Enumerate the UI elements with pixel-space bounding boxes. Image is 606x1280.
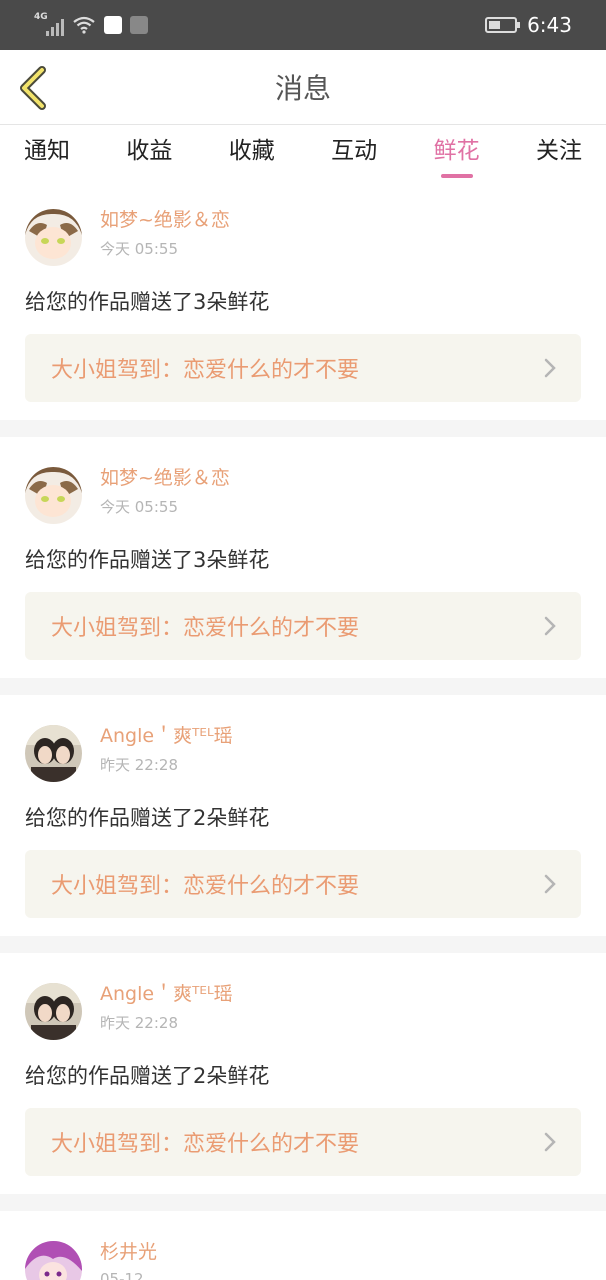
- timestamp: 05-12: [100, 1270, 144, 1280]
- work-link[interactable]: 大小姐驾到：恋爱什么的才不要: [25, 592, 581, 660]
- message-header: Angle＇爽ᵀᴱᴸ瑶 昨天 22:28: [25, 719, 581, 782]
- chevron-right-icon: [544, 1132, 556, 1152]
- chevron-right-icon: [544, 874, 556, 894]
- message-text: 给您的作品赠送了2朵鲜花: [25, 806, 270, 830]
- status-right: 6:43: [485, 13, 572, 37]
- work-link[interactable]: 大小姐驾到：恋爱什么的才不要: [25, 1108, 581, 1176]
- work-title: 大小姐驾到：恋爱什么的才不要: [51, 874, 360, 899]
- tab-earnings[interactable]: 收益: [126, 125, 172, 181]
- username[interactable]: Angle＇爽ᵀᴱᴸ瑶: [100, 979, 233, 1006]
- tab-notice[interactable]: 通知: [24, 125, 70, 181]
- message-text: 给您的作品赠送了3朵鲜花: [25, 548, 270, 572]
- timestamp: 昨天 22:28: [100, 1014, 178, 1032]
- tab-bar: 通知 收益 收藏 互动 鲜花 关注: [0, 125, 606, 181]
- username[interactable]: 杉井光: [100, 1237, 157, 1264]
- timestamp: 今天 05:55: [100, 498, 178, 516]
- timestamp: 今天 05:55: [100, 240, 178, 258]
- divider: [0, 1194, 606, 1211]
- tab-interaction[interactable]: 互动: [331, 125, 377, 181]
- work-link[interactable]: 大小姐驾到：恋爱什么的才不要: [25, 850, 581, 918]
- work-title: 大小姐驾到：恋爱什么的才不要: [51, 358, 360, 383]
- divider: [0, 678, 606, 695]
- tab-favorites[interactable]: 收藏: [229, 125, 275, 181]
- wifi-icon: [73, 16, 95, 34]
- status-time: 6:43: [527, 13, 572, 37]
- avatar[interactable]: [25, 467, 82, 524]
- message-header: 杉井光 05-12: [25, 1235, 581, 1280]
- avatar[interactable]: [25, 209, 82, 266]
- username[interactable]: 如梦~绝影＆恋: [100, 463, 230, 490]
- avatar[interactable]: [25, 725, 82, 782]
- battery-icon: [485, 17, 521, 33]
- timestamp: 昨天 22:28: [100, 756, 178, 774]
- avatar[interactable]: [25, 983, 82, 1040]
- nav-bar: 消息: [0, 50, 606, 125]
- app-notification-icon-2: [130, 16, 148, 34]
- message-header: 如梦~绝影＆恋 今天 05:55: [25, 461, 581, 524]
- username[interactable]: 如梦~绝影＆恋: [100, 205, 230, 232]
- signal-icon: 4G: [34, 12, 64, 36]
- message-item: Angle＇爽ᵀᴱᴸ瑶 昨天 22:28 给您的作品赠送了2朵鲜花 大小姐驾到：…: [0, 953, 606, 1194]
- page-title: 消息: [274, 72, 331, 105]
- app-notification-icon: [104, 16, 122, 34]
- tab-follow[interactable]: 关注: [536, 125, 582, 181]
- username[interactable]: Angle＇爽ᵀᴱᴸ瑶: [100, 721, 233, 748]
- message-item: Angle＇爽ᵀᴱᴸ瑶 昨天 22:28 给您的作品赠送了2朵鲜花 大小姐驾到：…: [0, 695, 606, 936]
- message-header: 如梦~绝影＆恋 今天 05:55: [25, 203, 581, 266]
- chevron-right-icon: [544, 616, 556, 636]
- avatar[interactable]: [25, 1241, 82, 1280]
- message-text: 给您的作品赠送了2朵鲜花: [25, 1064, 270, 1088]
- divider: [0, 936, 606, 953]
- chevron-right-icon: [544, 358, 556, 378]
- status-bar: 4G 6:43: [0, 0, 606, 50]
- message-item: 如梦~绝影＆恋 今天 05:55 给您的作品赠送了3朵鲜花 大小姐驾到：恋爱什么…: [0, 181, 606, 420]
- message-item: 杉井光 05-12: [0, 1211, 606, 1280]
- back-icon[interactable]: [14, 64, 54, 112]
- work-link[interactable]: 大小姐驾到：恋爱什么的才不要: [25, 334, 581, 402]
- divider: [0, 420, 606, 437]
- message-header: Angle＇爽ᵀᴱᴸ瑶 昨天 22:28: [25, 977, 581, 1040]
- tab-flowers[interactable]: 鲜花: [434, 125, 480, 181]
- message-item: 如梦~绝影＆恋 今天 05:55 给您的作品赠送了3朵鲜花 大小姐驾到：恋爱什么…: [0, 437, 606, 678]
- work-title: 大小姐驾到：恋爱什么的才不要: [51, 1132, 360, 1157]
- message-text: 给您的作品赠送了3朵鲜花: [25, 290, 270, 314]
- status-left: 4G: [34, 12, 148, 36]
- work-title: 大小姐驾到：恋爱什么的才不要: [51, 616, 360, 641]
